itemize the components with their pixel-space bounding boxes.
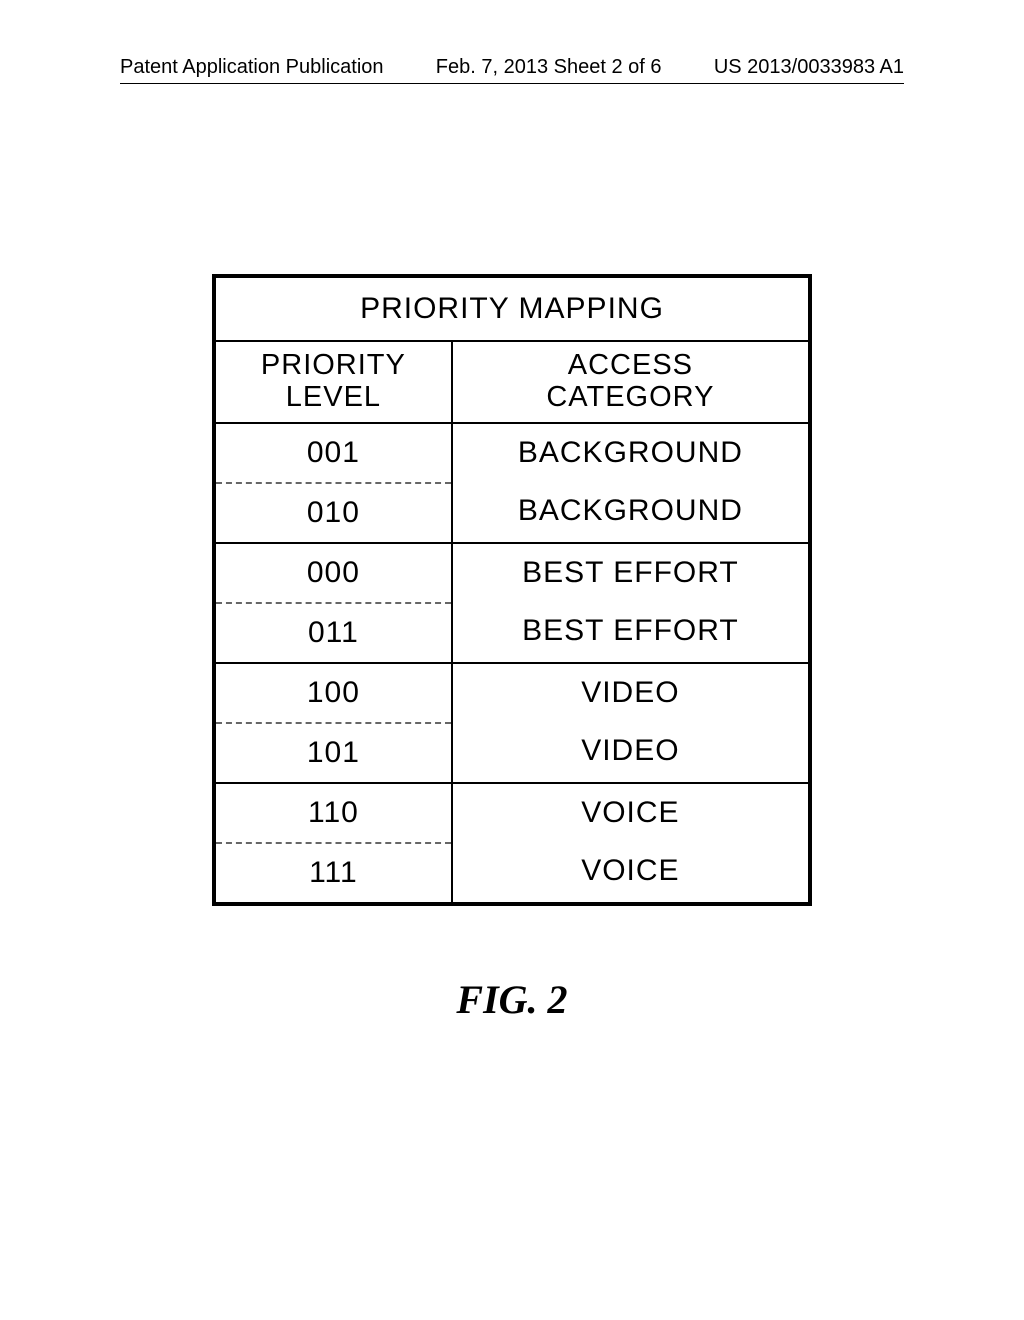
col-header-access-category: ACCESS CATEGORY bbox=[453, 342, 808, 422]
priority-level-cell: 011 bbox=[216, 604, 451, 662]
access-category-cell: VOICE bbox=[453, 842, 808, 900]
access-category-cell: VIDEO bbox=[453, 664, 808, 722]
table-row: 110 111 VOICE VOICE bbox=[216, 784, 808, 902]
priority-level-cell: 110 bbox=[216, 784, 451, 844]
content-area: PRIORITY MAPPING PRIORITY LEVEL ACCESS C… bbox=[120, 274, 904, 1023]
col-header-line2: CATEGORY bbox=[546, 381, 714, 413]
priority-level-cell: 101 bbox=[216, 724, 451, 782]
priority-mapping-table: PRIORITY MAPPING PRIORITY LEVEL ACCESS C… bbox=[212, 274, 812, 906]
access-category-cell: BEST EFFORT bbox=[453, 544, 808, 602]
figure-caption: FIG. 2 bbox=[456, 976, 567, 1023]
header-right-text: US 2013/0033983 A1 bbox=[714, 56, 904, 79]
col-header-line1: PRIORITY bbox=[261, 349, 406, 381]
access-category-cell: VOICE bbox=[453, 784, 808, 842]
table-title: PRIORITY MAPPING bbox=[216, 278, 808, 342]
col-header-line2: LEVEL bbox=[286, 381, 381, 413]
header-left-text: Patent Application Publication bbox=[120, 56, 384, 79]
access-category-cell: BACKGROUND bbox=[453, 424, 808, 482]
table-row: 100 101 VIDEO VIDEO bbox=[216, 664, 808, 784]
access-category-cell: BEST EFFORT bbox=[453, 602, 808, 660]
table-header-row: PRIORITY LEVEL ACCESS CATEGORY bbox=[216, 342, 808, 424]
access-category-cell: BACKGROUND bbox=[453, 482, 808, 540]
priority-level-cell: 010 bbox=[216, 484, 451, 542]
table-row: 001 010 BACKGROUND BACKGROUND bbox=[216, 424, 808, 544]
access-category-cell: VIDEO bbox=[453, 722, 808, 780]
page: Patent Application Publication Feb. 7, 2… bbox=[0, 0, 1024, 1320]
page-header: Patent Application Publication Feb. 7, 2… bbox=[120, 56, 904, 84]
header-center-text: Feb. 7, 2013 Sheet 2 of 6 bbox=[436, 56, 662, 79]
table-row: 000 011 BEST EFFORT BEST EFFORT bbox=[216, 544, 808, 664]
priority-level-cell: 111 bbox=[216, 844, 451, 902]
col-header-priority-level: PRIORITY LEVEL bbox=[216, 342, 453, 422]
col-header-line1: ACCESS bbox=[568, 349, 693, 381]
table-body: 001 010 BACKGROUND BACKGROUND 000 011 bbox=[216, 424, 808, 902]
priority-level-cell: 001 bbox=[216, 424, 451, 484]
priority-level-cell: 100 bbox=[216, 664, 451, 724]
priority-level-cell: 000 bbox=[216, 544, 451, 604]
